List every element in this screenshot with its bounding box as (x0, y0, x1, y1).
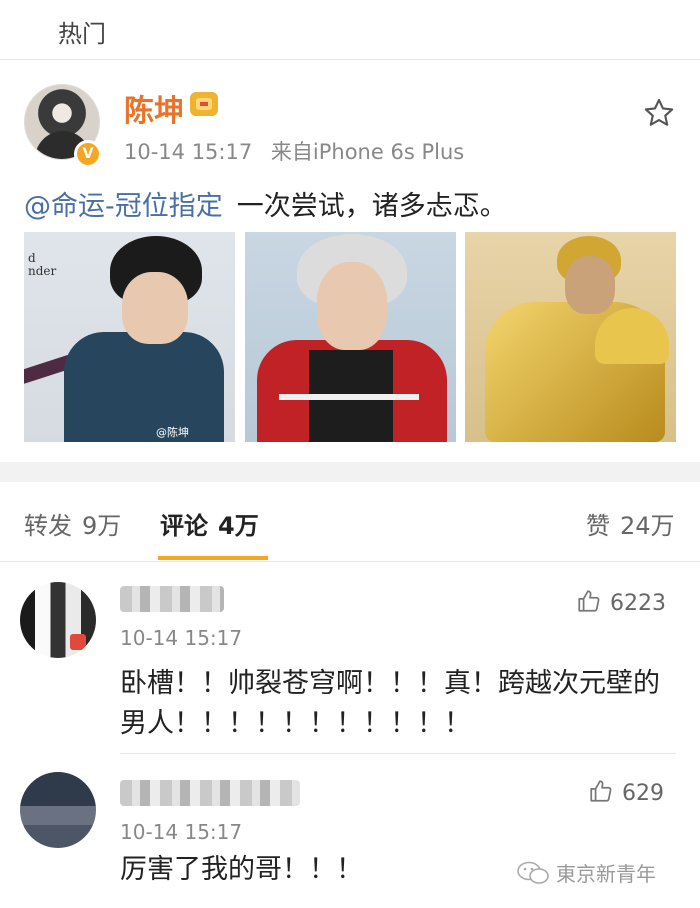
commenter-avatar[interactable] (20, 582, 96, 658)
comment-like-button[interactable]: 629 (588, 778, 664, 806)
comment-like-count: 629 (622, 781, 664, 806)
tab-repost[interactable]: 转发 9万 (24, 506, 121, 541)
comment-like-count: 6223 (610, 591, 666, 616)
post-body: 一次尝试，诸多忐忑。 (236, 191, 507, 222)
post-source: 来自iPhone 6s Plus (270, 140, 465, 164)
commenter-name-blurred[interactable] (120, 780, 300, 806)
tab-likes-label: 赞 (586, 512, 610, 540)
comment-text: 卧槽！！帅裂苍穹啊！！！真！跨越次元壁的男人！！！！！！！！！！！ (120, 668, 660, 739)
watermark-text: 東京新青年 (556, 862, 656, 886)
tab-comments[interactable]: 评论 4万 (160, 506, 259, 541)
interaction-tabs: 转发 9万 评论 4万 赞 24万 (0, 482, 700, 562)
section-divider (0, 462, 700, 482)
post-photo-3[interactable] (465, 232, 676, 442)
mention-link[interactable]: @命运-冠位指定 (24, 191, 223, 222)
comment-time: 10-14 15:17 (120, 626, 243, 650)
favorite-star-icon[interactable] (642, 96, 676, 130)
thumbs-up-icon (590, 780, 612, 802)
author-name[interactable]: 陈坤 (124, 86, 184, 130)
tab-comments-count: 4万 (218, 512, 259, 540)
tab-repost-count: 9万 (82, 512, 122, 540)
photo-caption-text: d nder (28, 251, 57, 278)
hot-tab-label[interactable]: 热门 (58, 14, 106, 49)
tab-likes-count: 24万 (620, 512, 675, 540)
commenter-avatar[interactable] (20, 772, 96, 848)
commenter-name-blurred[interactable] (120, 586, 224, 612)
verified-badge-icon: V (74, 140, 102, 168)
tab-likes[interactable]: 赞 24万 (586, 506, 675, 541)
post-photo-1[interactable]: d nder @陈坤 (24, 232, 235, 442)
vip-crown-icon (190, 92, 218, 116)
comment-text: 厉害了我的哥！！！ (120, 854, 363, 885)
post-meta: 10-14 15:17 来自iPhone 6s Plus (124, 136, 464, 166)
wechat-icon (517, 861, 549, 884)
post-time: 10-14 15:17 (124, 140, 253, 164)
comment-time: 10-14 15:17 (120, 820, 243, 844)
post-photo-2[interactable] (245, 232, 456, 442)
photo-watermark: @陈坤 (156, 426, 189, 439)
tab-comments-label: 评论 (160, 512, 208, 540)
post-text: @命运-冠位指定 一次尝试，诸多忐忑。 (24, 184, 507, 223)
comment-like-button[interactable]: 6223 (576, 588, 666, 616)
thumbs-up-icon (578, 590, 600, 612)
active-tab-indicator (158, 556, 268, 560)
comment-item: 10-14 15:17 6223 卧槽！！帅裂苍穹啊！！！真！跨越次元壁的男人！… (0, 562, 700, 754)
hot-bar: 热门 (0, 0, 700, 60)
photo-grid: d nder @陈坤 (24, 232, 676, 442)
tab-repost-label: 转发 (24, 512, 72, 540)
wechat-watermark: 東京新青年 (516, 858, 656, 887)
weibo-post: V 陈坤 10-14 15:17 来自iPhone 6s Plus @命运-冠位… (0, 60, 700, 462)
